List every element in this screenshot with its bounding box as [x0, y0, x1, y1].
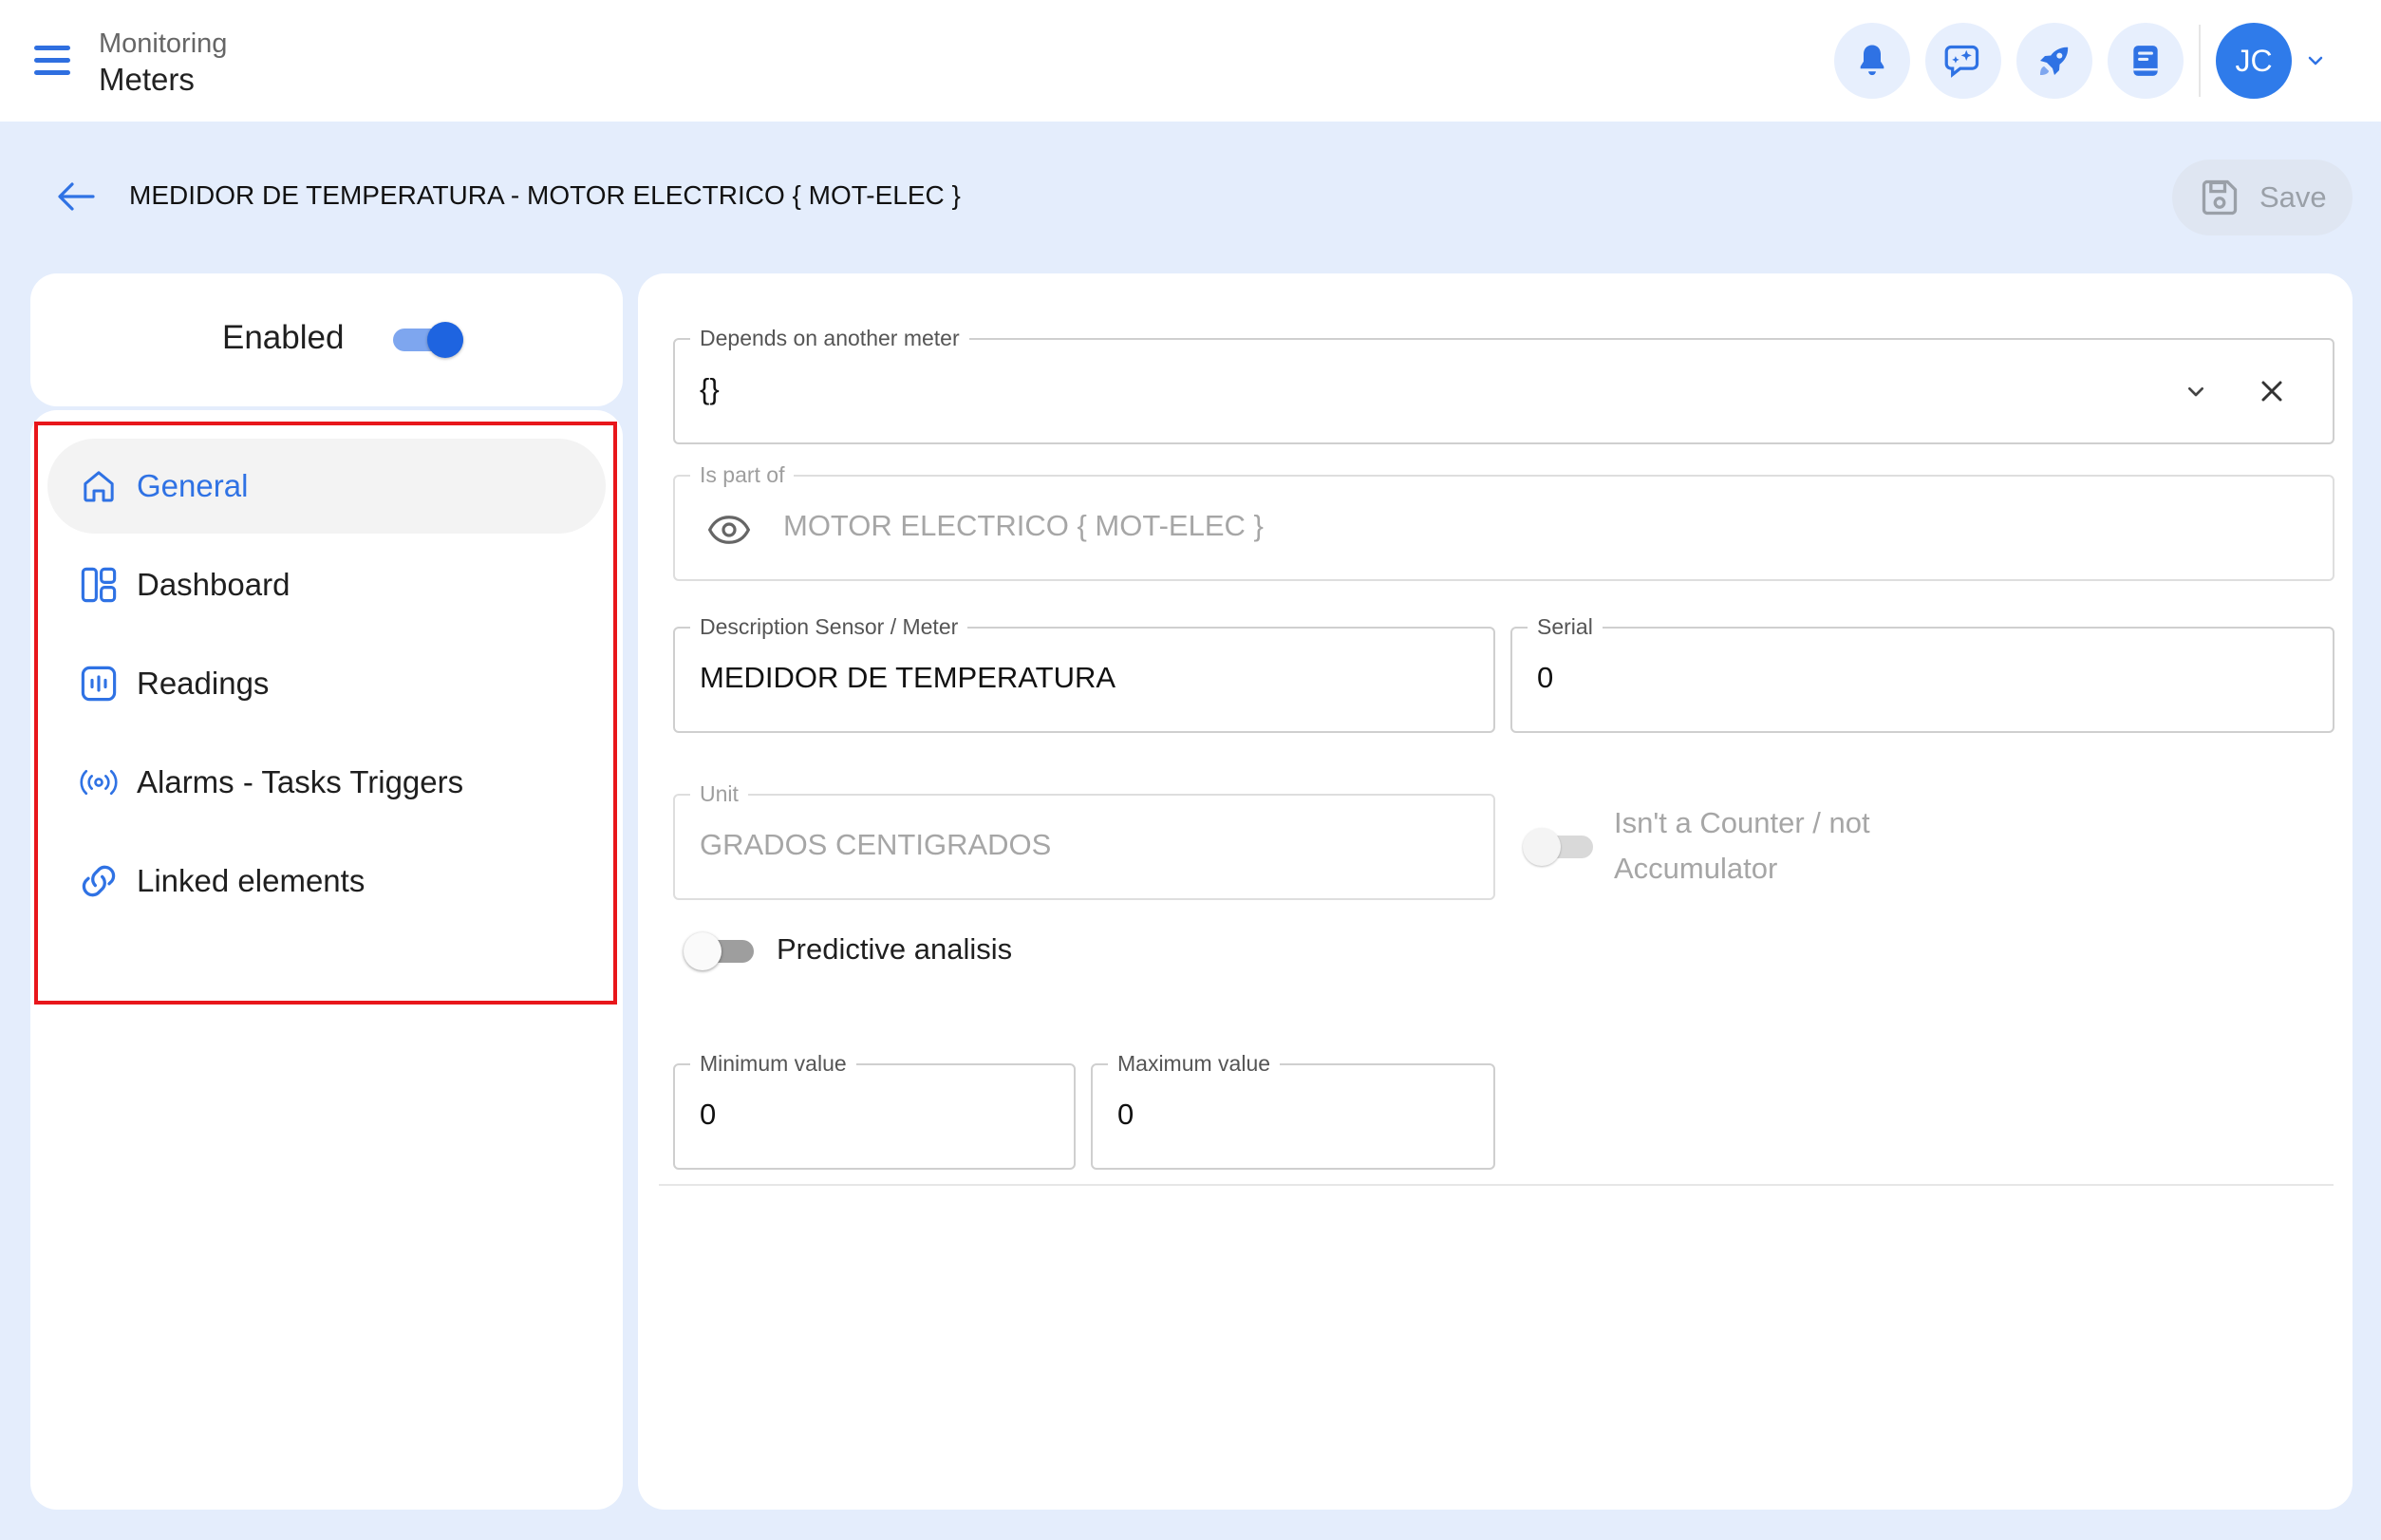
not-counter-label: Isn't a Counter / not Accumulator: [1614, 800, 1870, 892]
bell-icon: [1860, 45, 1884, 76]
maximum-value-label: Maximum value: [1108, 1050, 1281, 1077]
nav-item-readings[interactable]: Readings: [47, 636, 606, 731]
readings-icon: [81, 666, 117, 702]
back-arrow-icon[interactable]: [55, 180, 97, 213]
avatar[interactable]: JC: [2216, 23, 2292, 99]
unit-value: GRADOS CENTIGRADOS: [700, 828, 1052, 861]
eye-icon[interactable]: [707, 511, 751, 549]
maximum-value-field[interactable]: Maximum value 0: [1091, 1050, 1495, 1170]
save-label: Save: [2259, 180, 2327, 214]
chevron-down-icon[interactable]: [2181, 376, 2211, 406]
not-counter-toggle[interactable]: [1523, 828, 1595, 866]
launch-button[interactable]: [2016, 23, 2092, 99]
part-of-field: Is part of MOTOR ELECTRICO { MOT-ELEC }: [673, 461, 2334, 581]
nav-item-label: Dashboard: [137, 567, 291, 602]
unit-label: Unit: [690, 780, 748, 807]
menu-icon[interactable]: [34, 46, 70, 76]
breadcrumb-current: Meters: [99, 62, 195, 97]
docs-button[interactable]: [2108, 23, 2184, 99]
nav-item-label: Linked elements: [137, 863, 366, 898]
link-icon: [82, 865, 116, 897]
nav-item-general[interactable]: General: [47, 439, 606, 534]
part-of-label: Is part of: [690, 461, 795, 488]
breadcrumb-parent[interactable]: Monitoring: [99, 28, 227, 60]
nav-item-label: Readings: [137, 666, 270, 701]
chat-button[interactable]: [1925, 23, 2001, 99]
part-of-value: MOTOR ELECTRICO { MOT-ELEC }: [783, 509, 1264, 542]
home-icon: [84, 471, 114, 502]
not-counter-label-line1: Isn't a Counter / not: [1614, 806, 1870, 839]
dashboard-icon: [81, 567, 117, 603]
close-icon[interactable]: [2255, 374, 2289, 408]
top-bar: Monitoring Meters JC: [0, 0, 2381, 122]
nav-item-dashboard[interactable]: Dashboard: [47, 537, 606, 632]
chevron-down-icon[interactable]: [2303, 49, 2328, 72]
enabled-label: Enabled: [222, 319, 345, 356]
predictive-analysis-label: Predictive analisis: [777, 932, 1013, 966]
predictive-analysis-toggle[interactable]: [684, 932, 756, 970]
nav-item-label: Alarms - Tasks Triggers: [137, 764, 464, 799]
minimum-value-field[interactable]: Minimum value 0: [673, 1050, 1076, 1170]
form-divider: [659, 1184, 2334, 1186]
depends-on-meter-label: Depends on another meter: [690, 325, 969, 351]
enabled-card: Enabled: [30, 273, 623, 406]
toolbar-divider: [2199, 25, 2201, 97]
save-button[interactable]: Save: [2172, 160, 2353, 235]
minimum-value-label: Minimum value: [690, 1050, 856, 1077]
page-title: MEDIDOR DE TEMPERATURA - MOTOR ELECTRICO…: [129, 180, 961, 210]
serial-field[interactable]: Serial 0: [1510, 613, 2334, 733]
serial-value: 0: [1537, 661, 1554, 694]
serial-label: Serial: [1528, 613, 1603, 640]
chat-sparkle-icon: [1944, 45, 1979, 78]
save-icon: [2202, 179, 2238, 216]
broadcast-icon: [80, 769, 118, 796]
nav-item-label: General: [137, 468, 249, 503]
rocket-icon: [2040, 47, 2069, 75]
description-label: Description Sensor / Meter: [690, 613, 968, 640]
description-value: MEDIDOR DE TEMPERATURA: [700, 661, 1116, 694]
nav-item-alarms[interactable]: Alarms - Tasks Triggers: [47, 735, 606, 830]
maximum-value-value: 0: [1117, 1098, 1134, 1131]
description-field[interactable]: Description Sensor / Meter MEDIDOR DE TE…: [673, 613, 1495, 733]
minimum-value-value: 0: [700, 1098, 717, 1131]
enabled-toggle[interactable]: [393, 322, 463, 358]
depends-on-meter-value: {}: [700, 372, 720, 405]
depends-on-meter-select[interactable]: Depends on another meter {}: [673, 325, 2334, 444]
notifications-button[interactable]: [1834, 23, 1910, 99]
unit-field: Unit GRADOS CENTIGRADOS: [673, 780, 1495, 900]
nav-item-linked-elements[interactable]: Linked elements: [47, 834, 606, 929]
not-counter-label-line2: Accumulator: [1614, 852, 1778, 885]
book-icon: [2133, 46, 2158, 76]
